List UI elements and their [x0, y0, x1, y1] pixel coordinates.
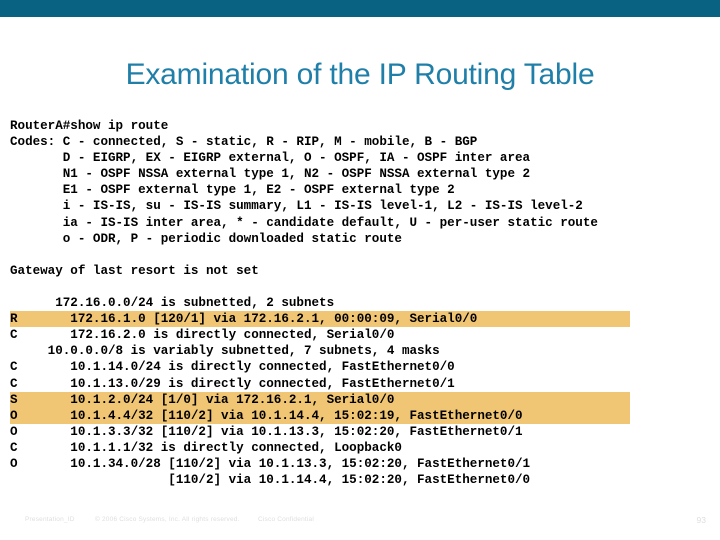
route-line: [10, 247, 720, 263]
footer-confidentiality: Cisco Confidential: [258, 516, 314, 523]
route-line: C 10.1.1.1/32 is directly connected, Loo…: [10, 440, 402, 455]
route-line: [110/2] via 10.1.14.4, 15:02:20, FastEth…: [10, 473, 531, 488]
route-line: Gateway of last resort is not set: [10, 263, 259, 278]
route-line: C 10.1.13.0/29 is directly connected, Fa…: [10, 376, 455, 391]
route-line: C 172.16.2.0 is directly connected, Seri…: [10, 328, 395, 343]
route-line: Codes: C - connected, S - static, R - RI…: [10, 135, 478, 150]
route-line: RouterA#show ip route: [10, 119, 169, 133]
route-line: D - EIGRP, EX - EIGRP external, O - OSPF…: [10, 151, 531, 166]
page-title: Examination of the IP Routing Table: [125, 58, 595, 91]
route-line: i - IS-IS, su - IS-IS summary, L1 - IS-I…: [10, 199, 583, 214]
footer-presentation-id: Presentation_ID: [25, 516, 75, 523]
route-line-highlighted: R 172.16.1.0 [120/1] via 172.16.2.1, 00:…: [10, 311, 630, 328]
footer-copyright: © 2006 Cisco Systems, Inc. All rights re…: [95, 516, 240, 523]
route-line-highlighted: O 10.1.4.4/32 [110/2] via 10.1.14.4, 15:…: [10, 407, 630, 424]
route-line: O 10.1.3.3/32 [110/2] via 10.1.13.3, 15:…: [10, 424, 523, 439]
route-line: N1 - OSPF NSSA external type 1, N2 - OSP…: [10, 167, 531, 182]
route-line: ia - IS-IS inter area, * - candidate def…: [10, 215, 598, 230]
route-line: O 10.1.34.0/28 [110/2] via 10.1.13.3, 15…: [10, 456, 531, 471]
route-line: E1 - OSPF external type 1, E2 - OSPF ext…: [10, 183, 455, 198]
router-console-output: RouterA#show ip route Codes: C - connecte…: [10, 118, 720, 488]
slide: Examination of the IP Routing Table Rout…: [0, 0, 720, 540]
route-line-highlighted: S 10.1.2.0/24 [1/0] via 172.16.2.1, Seri…: [10, 391, 630, 408]
route-line: 172.16.0.0/24 is subnetted, 2 subnets: [10, 296, 335, 311]
top-accent-bar: [0, 0, 720, 17]
route-line: C 10.1.14.0/24 is directly connected, Fa…: [10, 360, 455, 375]
route-line: 10.0.0.0/8 is variably subnetted, 7 subn…: [10, 344, 440, 359]
footer: Presentation_ID © 2006 Cisco Systems, In…: [0, 515, 720, 532]
route-line: [10, 279, 720, 295]
route-line: o - ODR, P - periodic downloaded static …: [10, 231, 402, 246]
footer-page-number: 93: [696, 515, 706, 525]
